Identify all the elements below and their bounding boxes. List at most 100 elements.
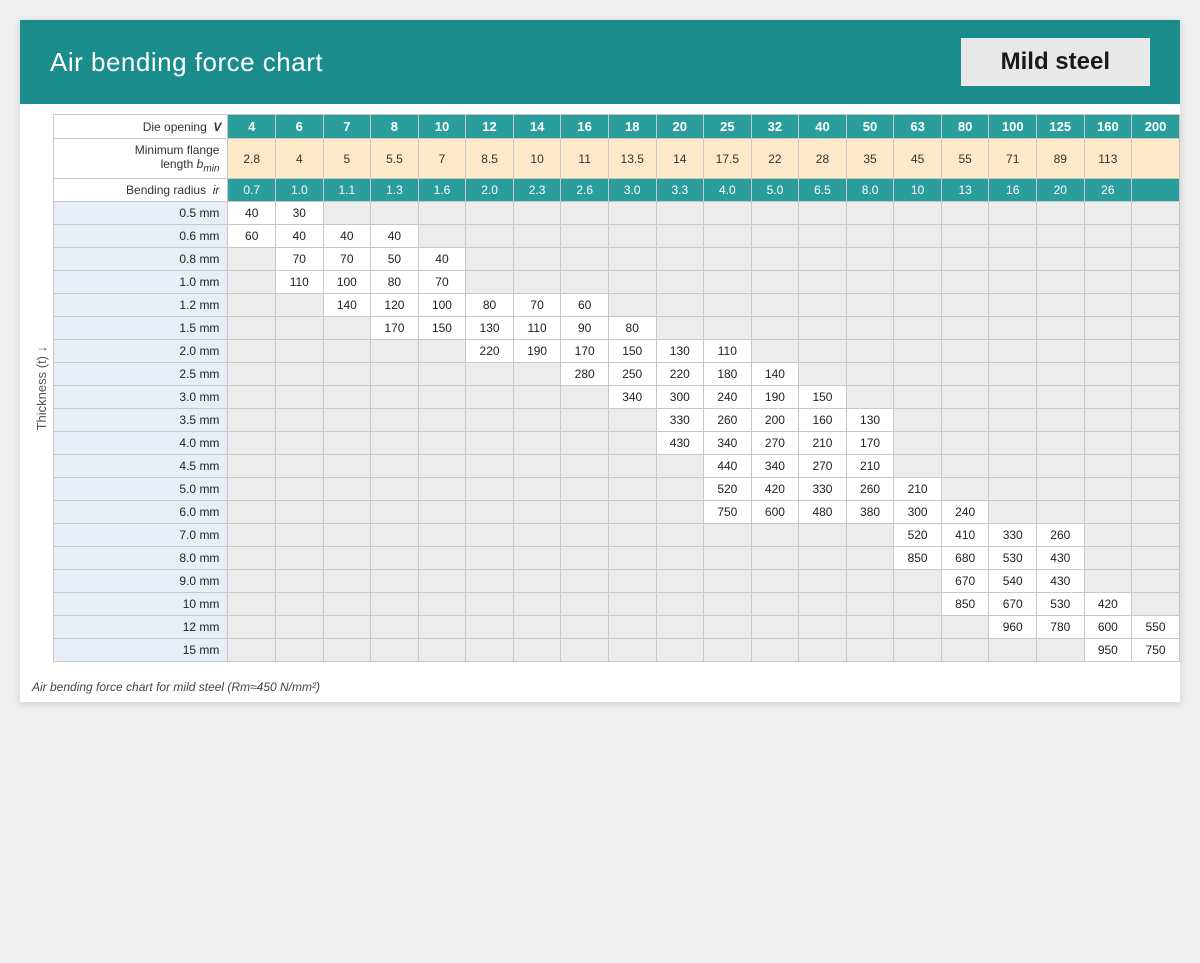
value-cell (1132, 455, 1180, 478)
thickness-cell: 2.5 mm (54, 363, 228, 386)
value-cell (799, 248, 847, 271)
value-cell (894, 202, 942, 225)
value-cell (1084, 501, 1132, 524)
value-cell (989, 363, 1037, 386)
value-cell (371, 547, 419, 570)
value-cell: 330 (656, 409, 704, 432)
value-cell (656, 639, 704, 662)
value-cell (608, 524, 656, 547)
value-cell (513, 524, 561, 547)
value-cell (989, 386, 1037, 409)
value-cell (418, 478, 466, 501)
value-cell (371, 570, 419, 593)
value-cell: 530 (989, 547, 1037, 570)
value-cell (371, 363, 419, 386)
value-cell (228, 409, 276, 432)
value-cell (228, 616, 276, 639)
value-cell (751, 317, 799, 340)
value-cell (799, 225, 847, 248)
value-cell: 330 (989, 524, 1037, 547)
value-cell (1037, 455, 1085, 478)
value-cell: 260 (846, 478, 894, 501)
value-cell (941, 478, 989, 501)
value-cell: 960 (989, 616, 1037, 639)
value-cell (276, 409, 324, 432)
value-cell (418, 639, 466, 662)
value-cell (1132, 409, 1180, 432)
table-row: 1.5 mm1701501301109080 (54, 317, 1180, 340)
value-cell (513, 455, 561, 478)
value-cell (561, 616, 609, 639)
value-cell (276, 478, 324, 501)
value-cell: 210 (894, 478, 942, 501)
value-cell (989, 639, 1037, 662)
value-cell (323, 593, 371, 616)
value-cell (323, 340, 371, 363)
value-cell: 600 (751, 501, 799, 524)
value-cell (608, 248, 656, 271)
value-cell: 40 (228, 202, 276, 225)
value-cell (941, 248, 989, 271)
table-row: 15 mm950750 (54, 639, 1180, 662)
value-cell (751, 271, 799, 294)
value-cell (418, 340, 466, 363)
value-cell (513, 409, 561, 432)
table-row: 3.5 mm330260200160130 (54, 409, 1180, 432)
value-cell (513, 570, 561, 593)
value-cell (466, 386, 514, 409)
value-cell (656, 248, 704, 271)
value-cell (466, 248, 514, 271)
thickness-cell: 7.0 mm (54, 524, 228, 547)
value-cell: 130 (656, 340, 704, 363)
value-cell: 170 (561, 340, 609, 363)
value-cell (894, 340, 942, 363)
value-cell (1084, 547, 1132, 570)
thickness-cell: 12 mm (54, 616, 228, 639)
value-cell (418, 432, 466, 455)
value-cell: 420 (1084, 593, 1132, 616)
value-cell (894, 294, 942, 317)
value-cell (323, 317, 371, 340)
value-cell (894, 317, 942, 340)
value-cell (751, 616, 799, 639)
table-row: 0.5 mm4030 (54, 202, 1180, 225)
thickness-cell: 15 mm (54, 639, 228, 662)
value-cell (608, 409, 656, 432)
value-cell: 110 (704, 340, 752, 363)
value-cell (608, 432, 656, 455)
value-cell (1084, 271, 1132, 294)
value-cell (989, 340, 1037, 363)
value-cell (276, 340, 324, 363)
value-cell (1084, 409, 1132, 432)
value-cell (894, 271, 942, 294)
value-cell (608, 616, 656, 639)
value-cell (323, 409, 371, 432)
value-cell: 330 (799, 478, 847, 501)
value-cell (561, 570, 609, 593)
value-cell (371, 340, 419, 363)
value-cell (513, 386, 561, 409)
value-cell (989, 317, 1037, 340)
value-cell (1037, 225, 1085, 248)
value-cell: 850 (941, 593, 989, 616)
value-cell (228, 294, 276, 317)
value-cell (608, 478, 656, 501)
value-cell (276, 294, 324, 317)
value-cell (418, 547, 466, 570)
value-cell: 70 (323, 248, 371, 271)
value-cell (276, 639, 324, 662)
value-cell (989, 225, 1037, 248)
value-cell (1084, 524, 1132, 547)
thickness-cell: 5.0 mm (54, 478, 228, 501)
value-cell (513, 547, 561, 570)
value-cell: 950 (1084, 639, 1132, 662)
value-cell (513, 639, 561, 662)
thickness-cell: 1.2 mm (54, 294, 228, 317)
value-cell (894, 616, 942, 639)
value-cell: 530 (1037, 593, 1085, 616)
value-cell: 80 (371, 271, 419, 294)
value-cell (561, 271, 609, 294)
value-cell (608, 547, 656, 570)
value-cell (751, 524, 799, 547)
value-cell: 270 (799, 455, 847, 478)
